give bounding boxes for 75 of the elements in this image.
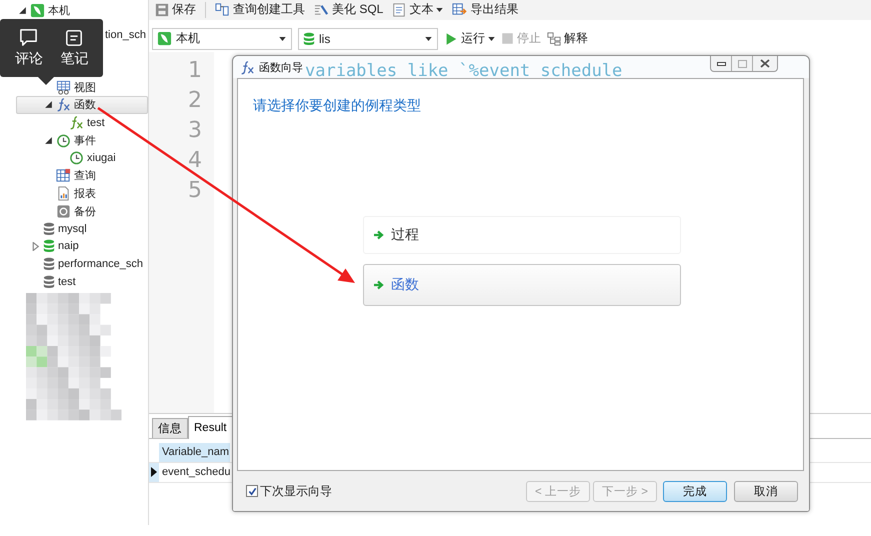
tree-item[interactable]: 备份	[0, 202, 148, 220]
tab[interactable]: Result	[188, 416, 233, 439]
document-icon	[392, 2, 406, 17]
line-number: 4	[187, 146, 202, 175]
toolbar-button[interactable]: 美化 SQL	[314, 1, 384, 18]
checkbox[interactable]	[246, 485, 258, 497]
calendar-icon	[56, 168, 71, 184]
toolbar-button[interactable]: 查询创建工具	[215, 1, 305, 18]
close-icon	[760, 59, 770, 68]
dialog-button[interactable]: 完成	[663, 480, 727, 502]
connection-icon	[30, 3, 45, 18]
function-icon	[56, 97, 71, 112]
line-number: 3	[187, 116, 202, 145]
row-header[interactable]	[149, 462, 159, 482]
tree-item[interactable]: 本机	[0, 2, 148, 20]
function-icon	[69, 115, 84, 130]
database-icon	[303, 32, 315, 46]
tree-item[interactable]: naip	[0, 238, 148, 256]
beautify-icon	[314, 2, 329, 18]
connection-icon	[157, 31, 172, 46]
report-icon	[56, 186, 71, 201]
stop-icon	[501, 32, 514, 46]
arrow-icon	[373, 229, 385, 241]
check-icon	[248, 486, 256, 496]
dialog-button[interactable]: 取消	[734, 480, 798, 502]
tree-item[interactable]: mysql	[0, 220, 148, 238]
checkbox-label: 下次显示向导	[260, 482, 332, 500]
view-icon	[56, 80, 71, 95]
explain-icon	[547, 32, 561, 46]
table-cell-text: event_schedu	[161, 465, 230, 480]
arrow-icon	[373, 279, 385, 291]
tree-item[interactable]: 报表	[0, 184, 148, 202]
note-icon	[65, 28, 84, 46]
column-header[interactable]: Variable_nam	[159, 442, 230, 462]
option-button[interactable]: 过程	[363, 216, 681, 254]
code-line: variables like `%event schedule	[305, 60, 622, 83]
tree-item[interactable]: test	[0, 114, 148, 132]
minimize-icon	[716, 62, 726, 66]
caret-icon	[279, 36, 286, 41]
caret-icon	[425, 36, 432, 41]
backup-icon	[56, 204, 71, 219]
expander-icon[interactable]	[44, 136, 53, 145]
expander-icon[interactable]	[18, 6, 27, 16]
clock-icon	[69, 150, 84, 166]
option-button[interactable]: 函数	[363, 264, 681, 306]
tree-item[interactable]: 视图	[0, 78, 148, 96]
function-icon	[240, 60, 255, 74]
tree-item[interactable]: 事件	[0, 131, 148, 150]
tree-item[interactable]: 函数	[16, 96, 148, 114]
dropdown-field[interactable]: 本机	[152, 28, 292, 50]
maximize-icon	[738, 60, 746, 68]
expander-icon[interactable]	[44, 100, 53, 110]
comment-icon	[19, 28, 38, 47]
tooltip-button[interactable]: 笔记	[60, 28, 88, 68]
line-number: 5	[187, 176, 202, 205]
line-number: 2	[187, 86, 202, 115]
toolbar-button[interactable]: 导出结果	[452, 1, 518, 18]
toolbar-button[interactable]: 运行	[444, 30, 495, 48]
play-icon	[444, 32, 458, 46]
toolbar-button[interactable]: 保存	[155, 1, 196, 18]
wizard-heading: 请选择你要创建的例程类型	[253, 97, 422, 115]
save-icon	[155, 2, 169, 17]
line-number: 1	[187, 56, 202, 85]
toolbar-button[interactable]: 解释	[547, 30, 588, 48]
tab[interactable]: 信息	[152, 418, 188, 438]
dialog-title: 函数向导	[259, 60, 303, 74]
clock-icon	[56, 132, 71, 148]
current-row-icon	[151, 467, 157, 478]
dropdown-field[interactable]: lis	[298, 28, 438, 50]
tree-item[interactable]: test	[0, 272, 148, 291]
tree-item[interactable]: 查询	[0, 166, 148, 184]
toolbar-button[interactable]: 文本	[392, 1, 444, 18]
tree-item[interactable]: performance_sch	[0, 255, 148, 273]
tree-item[interactable]: xiugai	[0, 149, 148, 167]
tooltip-button[interactable]: 评论	[14, 28, 43, 68]
